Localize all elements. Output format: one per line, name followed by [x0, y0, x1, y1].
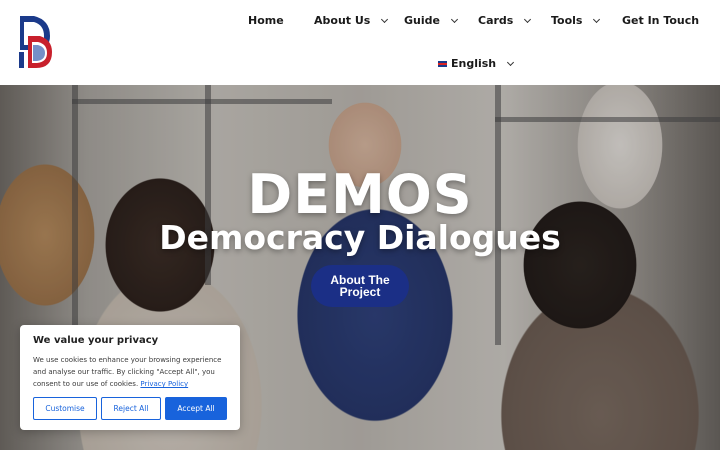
cookie-text: We use cookies to enhance your browsing …	[33, 356, 222, 388]
hero-subtitle: Democracy Dialogues	[159, 218, 561, 257]
uk-flag-icon	[438, 60, 447, 67]
demos-logo[interactable]	[16, 14, 54, 70]
nav-contact[interactable]: Get In Touch	[622, 14, 699, 27]
nav-about[interactable]: About Us	[314, 14, 389, 27]
reject-all-button[interactable]: Reject All	[101, 397, 161, 420]
language-selector[interactable]: English	[438, 57, 515, 70]
cookie-description: We use cookies to enhance your browsing …	[33, 354, 229, 390]
chevron-down-icon	[450, 15, 459, 23]
cookie-consent-banner: We value your privacy We use cookies to …	[20, 325, 240, 430]
chevron-down-icon	[593, 15, 601, 23]
hero-title: DEMOS	[247, 163, 473, 226]
nav-cards-label: Cards	[478, 14, 514, 27]
nav-contact-label: Get In Touch	[622, 14, 700, 27]
nav-home[interactable]: Home	[248, 14, 284, 27]
nav-home-label: Home	[248, 14, 284, 27]
nav-cards[interactable]: Cards	[478, 14, 532, 27]
chevron-down-icon	[381, 15, 389, 23]
nav-about-label: About Us	[314, 14, 371, 27]
nav-tools[interactable]: Tools	[551, 14, 601, 27]
cookie-title: We value your privacy	[33, 335, 159, 346]
accept-all-button[interactable]: Accept All	[165, 397, 227, 420]
language-label: English	[451, 57, 497, 70]
nav-tools-label: Tools	[551, 14, 583, 27]
privacy-policy-link[interactable]: Privacy Policy	[140, 380, 188, 388]
site-header: Home About Us Guide Cards Tools Get In T…	[0, 0, 720, 85]
about-project-button[interactable]: About The Project	[311, 265, 409, 307]
chevron-down-icon	[507, 58, 515, 66]
chevron-down-icon	[524, 15, 532, 23]
nav-guide[interactable]: Guide	[404, 14, 459, 27]
customise-button[interactable]: Customise	[33, 397, 97, 420]
nav-guide-label: Guide	[404, 14, 440, 27]
